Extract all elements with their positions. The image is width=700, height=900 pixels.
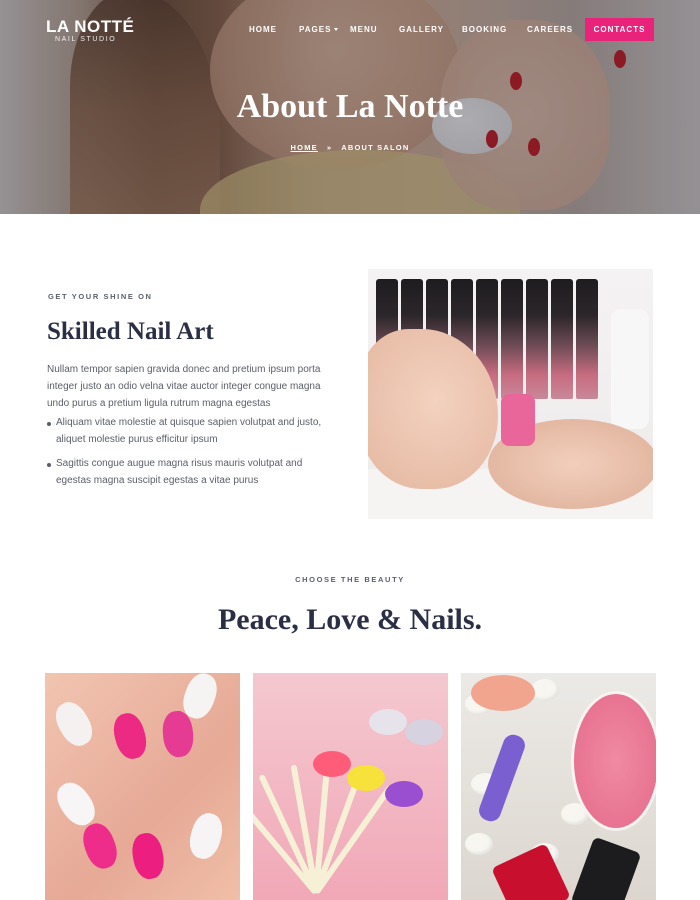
about-text: Nullam tempor sapien gravida donec and p… <box>47 364 321 409</box>
about-photo-manicure <box>368 269 653 519</box>
photo-salt-jar-lid <box>471 675 535 711</box>
breadcrumb: HOME » ABOUT SALON <box>0 143 700 152</box>
gallery-card-spa[interactable] <box>461 673 656 900</box>
photo-white-bottle <box>611 309 649 429</box>
nav-home[interactable]: HOME <box>249 25 277 34</box>
photo-polish-bottle <box>570 836 642 900</box>
page-title: About La Notte <box>236 88 464 125</box>
photo-polish-bottle <box>576 279 598 399</box>
photo-pigment-pot <box>385 781 423 807</box>
photo-pink-polish <box>501 394 535 446</box>
photo-polish-bottle <box>501 279 523 399</box>
about-bullet-list: Aliquam vitae molestie at quisque sapien… <box>47 415 337 497</box>
nav-gallery[interactable]: GALLERY <box>399 25 444 34</box>
photo-nail <box>185 809 227 863</box>
logo-subtitle: NAIL STUDIO <box>55 36 117 43</box>
photo-pigment-pot <box>369 709 407 735</box>
beauty-title: Peace, Love & Nails. <box>217 603 483 636</box>
breadcrumb-home[interactable]: HOME <box>291 143 318 152</box>
about-eyebrow: GET YOUR SHINE ON <box>48 292 153 301</box>
photo-polish-bottle <box>491 843 571 900</box>
photo-nail <box>49 696 99 752</box>
nav-gallery-label: GALLERY <box>399 25 444 34</box>
list-item: Sagittis congue augue magna risus mauris… <box>47 456 337 489</box>
bullet-text: Sagittis congue augue magna risus mauris… <box>56 458 303 486</box>
breadcrumb-separator: » <box>326 143 333 152</box>
photo-pebble <box>465 833 493 855</box>
photo-pigment-pot <box>313 751 351 777</box>
nav-booking[interactable]: BOOKING <box>462 25 507 34</box>
nav-careers[interactable]: CAREERS <box>527 25 573 34</box>
breadcrumb-current: ABOUT SALON <box>341 143 410 152</box>
gallery-card-tools[interactable] <box>253 673 448 900</box>
nav-booking-label: BOOKING <box>462 25 508 34</box>
logo-title: LA NOTTÉ <box>46 17 135 36</box>
photo-pigment-pot <box>405 719 443 745</box>
caret-down-icon <box>334 28 339 32</box>
nav-pages-label: PAGES <box>299 25 332 34</box>
nav-careers-label: CAREERS <box>527 25 574 34</box>
contacts-button[interactable]: CONTACTS <box>585 18 654 41</box>
hero-banner: LA NOTTÉ NAIL STUDIO HOME PAGES MENU GAL… <box>0 0 700 214</box>
nav-pages[interactable]: PAGES <box>299 25 339 34</box>
nav-home-label: HOME <box>249 25 277 34</box>
photo-nail <box>109 709 151 763</box>
nav-menu-label: MENU <box>350 25 378 34</box>
photo-pebble <box>531 679 559 701</box>
list-item: Aliquam vitae molestie at quisque sapien… <box>47 415 337 448</box>
gallery-card-nails[interactable] <box>45 673 240 900</box>
photo-polish-bottle <box>551 279 573 399</box>
bullet-text: Aliquam vitae molestie at quisque sapien… <box>56 417 322 445</box>
photo-nail <box>129 830 167 882</box>
bullet-dot-icon <box>47 422 51 426</box>
photo-pigment-pot <box>347 765 385 791</box>
bullet-dot-icon <box>47 463 51 467</box>
nav-menu[interactable]: MENU <box>350 25 378 34</box>
photo-polish-bottle <box>526 279 548 399</box>
about-title: Skilled Nail Art <box>47 318 214 345</box>
photo-pink-salt-bowl <box>571 691 656 831</box>
beauty-eyebrow: CHOOSE THE BEAUTY <box>295 575 405 584</box>
photo-nail <box>78 819 122 873</box>
site-logo[interactable]: LA NOTTÉ NAIL STUDIO <box>46 17 135 44</box>
